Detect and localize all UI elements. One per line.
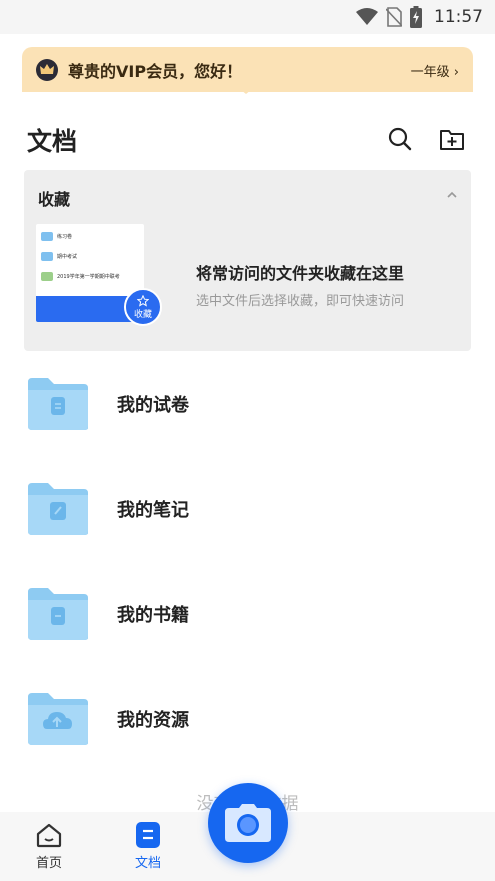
camera-button[interactable] — [208, 783, 288, 863]
camera-icon — [225, 804, 271, 842]
page-title: 文档 — [27, 127, 78, 156]
folder-label: 我的书籍 — [117, 604, 189, 626]
chevron-up-icon[interactable] — [445, 188, 459, 202]
wifi-icon — [356, 8, 378, 25]
add-folder-icon[interactable] — [439, 126, 465, 152]
no-sim-icon — [386, 7, 402, 27]
docs-icon — [136, 822, 160, 848]
cloud-upload-icon — [28, 693, 88, 745]
home-icon — [36, 823, 62, 848]
thumb-row: 2019学年第一学期期中联考 — [41, 270, 120, 282]
notebook-icon — [28, 483, 88, 535]
nav-docs[interactable]: 文档 — [118, 812, 178, 881]
favorites-section: 收藏 练习卷 期中考试 2019学年第一学期期中联考 收藏 将常访问的文件夹收藏… — [24, 170, 471, 351]
nav-home-label: 首页 — [35, 856, 62, 871]
folder-label: 我的笔记 — [117, 499, 189, 521]
favorites-title: 收藏 — [38, 190, 71, 209]
document-icon — [28, 378, 88, 430]
thumb-row: 期中考试 — [41, 250, 77, 262]
favorite-badge: 收藏 — [124, 288, 162, 326]
crown-icon — [36, 59, 58, 81]
banner-pointer — [236, 86, 256, 94]
status-icons: 11:57 — [356, 6, 483, 28]
vip-greeting: 尊贵的VIP会员，您好！ — [68, 62, 243, 81]
folder-my-books[interactable]: 我的书籍 — [0, 561, 495, 666]
thumb-row: 练习卷 — [41, 230, 72, 242]
favorites-hint: 选中文件后选择收藏，即可快速访问 — [196, 294, 405, 309]
nav-docs-label: 文档 — [134, 856, 161, 871]
book-icon — [28, 588, 88, 640]
battery-charging-icon — [410, 6, 422, 28]
status-time: 11:57 — [434, 7, 483, 27]
folder-my-resources[interactable]: 我的资源 — [0, 666, 495, 771]
folder-my-papers[interactable]: 我的试卷 — [0, 351, 495, 456]
folder-label: 我的试卷 — [117, 394, 189, 416]
search-icon[interactable] — [387, 126, 413, 152]
folder-my-notes[interactable]: 我的笔记 — [0, 456, 495, 561]
star-icon — [137, 294, 149, 307]
grade-selector[interactable]: 一年级 › — [411, 61, 459, 80]
favorites-message: 将常访问的文件夹收藏在这里 — [196, 264, 405, 283]
folder-label: 我的资源 — [117, 709, 189, 731]
status-bar: 11:57 — [0, 0, 495, 34]
nav-home[interactable]: 首页 — [19, 812, 79, 881]
